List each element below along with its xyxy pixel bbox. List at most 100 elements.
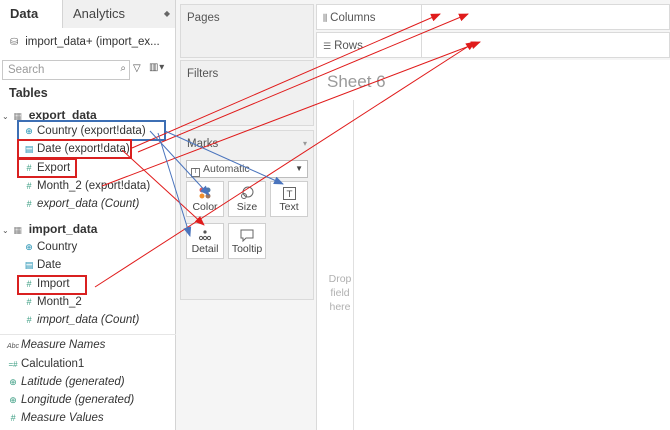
tables-heading: Tables xyxy=(9,86,48,100)
field-label: Month_2 xyxy=(37,296,82,308)
shelf-divider xyxy=(421,33,422,57)
tooltip-label: Tooltip xyxy=(231,243,263,255)
tab-arrows-icon[interactable]: ◆ xyxy=(164,0,170,28)
field-date-export[interactable]: ▤ Date (export!data) xyxy=(21,140,130,158)
measure-icon: # xyxy=(26,163,32,173)
tab-analytics[interactable]: Analytics ◆ xyxy=(63,0,175,28)
field-label: import_data (Count) xyxy=(37,314,140,326)
table-name: export_data xyxy=(28,108,97,122)
svg-text:T: T xyxy=(285,190,292,200)
measure-icon: # xyxy=(26,199,32,209)
measure-icon: # xyxy=(26,297,32,307)
calendar-icon: ▤ xyxy=(24,260,34,270)
field-calculation1[interactable]: =# Calculation1 xyxy=(5,355,84,373)
field-country-import[interactable]: ⊕ Country xyxy=(21,238,77,256)
field-import[interactable]: # Import xyxy=(21,275,70,293)
columns-shelf[interactable]: ⫼ Columns xyxy=(316,4,670,30)
pane-tabs: Data Analytics ◆ xyxy=(0,0,175,28)
rows-text: Rows xyxy=(334,40,363,52)
field-label: Country xyxy=(37,241,78,253)
tooltip-button[interactable]: Tooltip xyxy=(228,223,266,259)
field-label: Export xyxy=(37,162,71,174)
measure-icon: # xyxy=(26,279,32,289)
marks-card: Marks ▾ T Automatic ▼ Color Size T Text … xyxy=(180,130,314,300)
field-country-export[interactable]: ⊕ Country (export!data) xyxy=(21,122,146,140)
field-label: Latitude (generated) xyxy=(21,376,125,388)
pages-shelf[interactable]: Pages xyxy=(180,4,314,58)
collapse-icon[interactable]: ⌄ xyxy=(2,223,10,239)
globe-icon: ⊕ xyxy=(9,377,17,387)
mark-type-select[interactable]: T Automatic ▼ xyxy=(186,160,308,178)
text-icon: T xyxy=(271,185,307,201)
field-label: Date xyxy=(37,259,62,271)
tab-analytics-label: Analytics xyxy=(73,6,126,21)
datasource-icon: ⛁ xyxy=(10,37,19,48)
field-measure-names[interactable]: Abc Measure Names xyxy=(5,336,105,354)
field-longitude[interactable]: ⊕ Longitude (generated) xyxy=(5,391,134,409)
marks-menu-icon[interactable]: ▾ xyxy=(303,139,307,148)
columns-text: Columns xyxy=(330,12,376,24)
field-export-count[interactable]: # export_data (Count) xyxy=(21,195,139,213)
row-header-divider xyxy=(353,100,354,430)
drop-field-hint[interactable]: Drop field here xyxy=(326,272,354,314)
view-options-icon[interactable]: ▥ ▾ xyxy=(149,62,164,73)
search-row: ⌕ ▽ ▥ ▾ xyxy=(2,60,174,80)
field-label: Month_2 (export!data) xyxy=(37,180,151,192)
shelf-divider xyxy=(421,5,422,29)
search-box[interactable]: ⌕ xyxy=(2,60,130,80)
filters-title: Filters xyxy=(187,68,219,80)
sheet-title[interactable]: Sheet 6 xyxy=(327,72,386,92)
detail-icon xyxy=(187,227,223,243)
globe-icon: ⊕ xyxy=(25,242,33,252)
tab-data[interactable]: Data xyxy=(0,0,63,28)
field-month2-export[interactable]: # Month_2 (export!data) xyxy=(21,177,150,195)
color-label: Color xyxy=(192,201,218,213)
data-pane: Data Analytics ◆ ⛁ import_data+ (import_… xyxy=(0,0,176,430)
table-group-export-data[interactable]: ⌄ ▦ export_data xyxy=(2,107,97,123)
detail-button[interactable]: Detail xyxy=(186,223,224,259)
size-button[interactable]: Size xyxy=(228,181,266,217)
measure-icon: # xyxy=(10,413,16,423)
rows-shelf[interactable]: ☰ Rows xyxy=(316,32,670,58)
chevron-down-icon[interactable]: ▼ xyxy=(295,161,303,177)
marks-title: Marks xyxy=(187,138,219,150)
datasource-name: import_data+ (import_ex... xyxy=(25,36,160,48)
globe-icon: ⊕ xyxy=(9,395,17,405)
text-button[interactable]: T Text xyxy=(270,181,308,217)
field-label: Longitude (generated) xyxy=(21,394,135,406)
automatic-mark-icon: T xyxy=(191,168,200,177)
measure-icon: # xyxy=(26,315,32,325)
field-label: Measure Values xyxy=(21,412,104,424)
search-icon[interactable]: ⌕ xyxy=(120,63,126,74)
calculation-icon: =# xyxy=(8,360,18,369)
measure-icon: # xyxy=(26,181,32,191)
table-group-import-data[interactable]: ⌄ ▦ import_data xyxy=(2,221,97,237)
field-label: Import xyxy=(37,278,70,290)
globe-icon: ⊕ xyxy=(25,126,33,136)
pages-title: Pages xyxy=(187,12,220,24)
field-date-import[interactable]: ▤ Date xyxy=(21,256,62,274)
calendar-icon: ▤ xyxy=(24,144,34,154)
color-button[interactable]: Color xyxy=(186,181,224,217)
mark-type-value: Automatic xyxy=(203,163,250,175)
field-label: Country (export!data) xyxy=(37,125,146,137)
collapse-icon[interactable]: ⌄ xyxy=(2,109,10,125)
field-label: export_data (Count) xyxy=(37,198,140,210)
datasource-item[interactable]: ⛁ import_data+ (import_ex... xyxy=(0,30,176,54)
field-measure-values[interactable]: # Measure Values xyxy=(5,409,104,427)
filters-shelf[interactable]: Filters xyxy=(180,60,314,126)
field-latitude[interactable]: ⊕ Latitude (generated) xyxy=(5,373,125,391)
pane-divider xyxy=(0,334,176,335)
size-icon xyxy=(229,185,265,201)
filter-icon[interactable]: ▽ xyxy=(133,63,141,74)
search-input[interactable] xyxy=(3,61,113,79)
table-icon: ▦ xyxy=(13,225,22,235)
field-import-count[interactable]: # import_data (Count) xyxy=(21,311,139,329)
columns-shelf-label: ⫼ Columns xyxy=(323,12,376,24)
field-label: Calculation1 xyxy=(21,358,85,370)
columns-icon: ⫼ xyxy=(323,13,328,23)
field-export[interactable]: # Export xyxy=(21,159,70,177)
field-label: Date (export!data) xyxy=(37,143,130,155)
sheet-canvas[interactable]: Sheet 6 Drop field here xyxy=(316,60,670,430)
field-month2-import[interactable]: # Month_2 xyxy=(21,293,82,311)
